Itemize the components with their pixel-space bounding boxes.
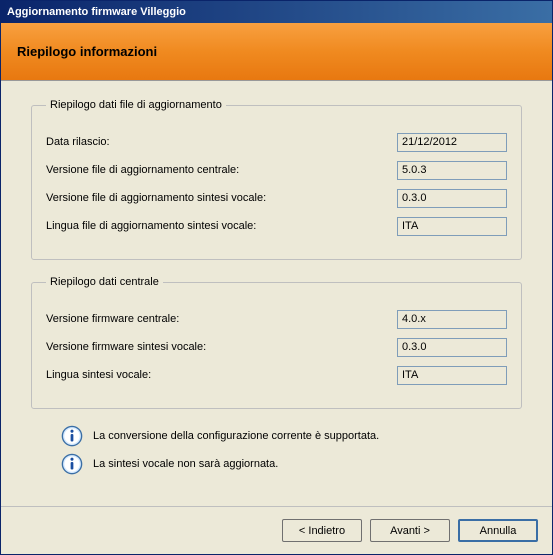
content-area: Riepilogo dati file di aggiornamento Dat… bbox=[1, 81, 552, 506]
cancel-button[interactable]: Annulla bbox=[458, 519, 538, 542]
label-central-voice-lang: Lingua sintesi vocale: bbox=[46, 369, 397, 381]
label-update-voice-version: Versione file di aggiornamento sintesi v… bbox=[46, 192, 397, 204]
row-release-date: Data rilascio: 21/12/2012 bbox=[46, 131, 507, 153]
page-title: Riepilogo informazioni bbox=[17, 44, 157, 59]
value-update-voice-lang: ITA bbox=[397, 217, 507, 236]
group-central: Riepilogo dati centrale Versione firmwar… bbox=[31, 276, 522, 409]
row-central-voice-lang: Lingua sintesi vocale: ITA bbox=[46, 364, 507, 386]
group-central-legend: Riepilogo dati centrale bbox=[46, 276, 163, 288]
row-update-central-version: Versione file di aggiornamento centrale:… bbox=[46, 159, 507, 181]
value-central-voice-lang: ITA bbox=[397, 366, 507, 385]
button-bar: < Indietro Avanti > Annulla bbox=[1, 506, 552, 554]
header-band: Riepilogo informazioni bbox=[1, 23, 552, 81]
info-row-voice: La sintesi vocale non sarà aggiornata. bbox=[61, 453, 522, 475]
value-central-voice-version: 0.3.0 bbox=[397, 338, 507, 357]
titlebar: Aggiornamento firmware Villeggio bbox=[1, 1, 552, 23]
row-central-firmware-version: Versione firmware centrale: 4.0.x bbox=[46, 308, 507, 330]
label-update-voice-lang: Lingua file di aggiornamento sintesi voc… bbox=[46, 220, 397, 232]
info-text-voice: La sintesi vocale non sarà aggiornata. bbox=[93, 458, 278, 470]
window: Aggiornamento firmware Villeggio Riepilo… bbox=[0, 0, 553, 555]
info-text-config: La conversione della configurazione corr… bbox=[93, 430, 379, 442]
next-button[interactable]: Avanti > bbox=[370, 519, 450, 542]
value-update-central-version: 5.0.3 bbox=[397, 161, 507, 180]
group-update-legend: Riepilogo dati file di aggiornamento bbox=[46, 99, 226, 111]
value-release-date: 21/12/2012 bbox=[397, 133, 507, 152]
row-update-voice-version: Versione file di aggiornamento sintesi v… bbox=[46, 187, 507, 209]
info-row-config: La conversione della configurazione corr… bbox=[61, 425, 522, 447]
group-update-file: Riepilogo dati file di aggiornamento Dat… bbox=[31, 99, 522, 260]
label-release-date: Data rilascio: bbox=[46, 136, 397, 148]
info-icon bbox=[61, 425, 83, 447]
label-central-firmware-version: Versione firmware centrale: bbox=[46, 313, 397, 325]
info-icon bbox=[61, 453, 83, 475]
label-update-central-version: Versione file di aggiornamento centrale: bbox=[46, 164, 397, 176]
label-central-voice-version: Versione firmware sintesi vocale: bbox=[46, 341, 397, 353]
window-title: Aggiornamento firmware Villeggio bbox=[7, 6, 186, 18]
value-central-firmware-version: 4.0.x bbox=[397, 310, 507, 329]
back-button[interactable]: < Indietro bbox=[282, 519, 362, 542]
row-central-voice-version: Versione firmware sintesi vocale: 0.3.0 bbox=[46, 336, 507, 358]
value-update-voice-version: 0.3.0 bbox=[397, 189, 507, 208]
row-update-voice-lang: Lingua file di aggiornamento sintesi voc… bbox=[46, 215, 507, 237]
